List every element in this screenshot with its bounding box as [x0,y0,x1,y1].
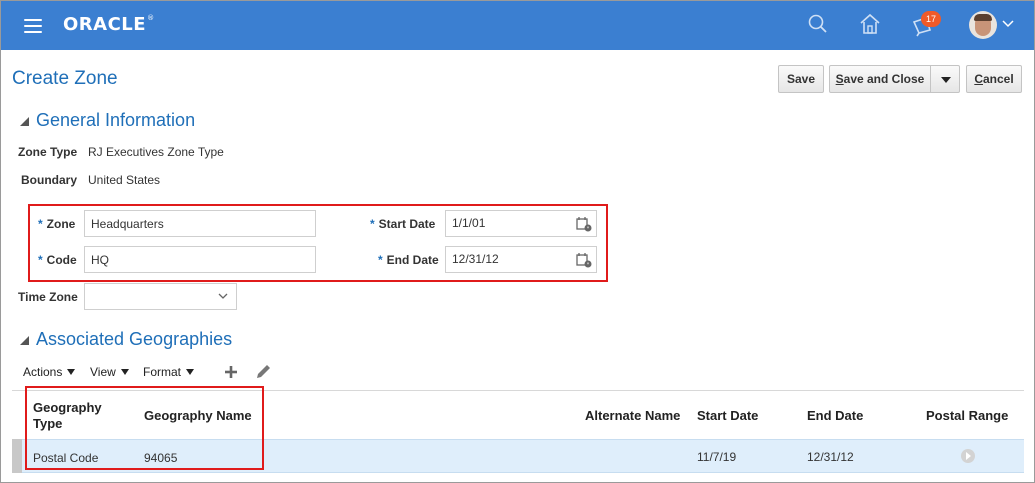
format-menu[interactable]: Format [143,365,195,379]
zone-type-label: Zone Type [18,145,78,159]
code-label-text: Code [46,253,77,267]
format-menu-label: Format [143,365,182,379]
end-date-value: 12/31/12 [452,252,499,266]
zone-label: * Zone [38,217,75,231]
end-date-label-text: End Date [386,253,439,267]
oracle-logo[interactable]: ORACLE® [63,14,155,35]
section-title: Associated Geographies [36,329,233,349]
save-button[interactable]: Save [778,65,824,93]
add-icon[interactable] [222,363,240,381]
column-header-start-date[interactable]: Start Date [697,408,758,423]
code-input[interactable] [84,246,316,273]
end-date-field[interactable]: 12/31/12 [445,246,597,273]
start-date-field[interactable]: 1/1/01 [445,210,597,237]
start-date-label-text: Start Date [378,217,436,231]
section-associated-geographies[interactable]: Associated Geographies [20,329,233,350]
save-and-close-button[interactable]: Save and Close [829,65,931,93]
section-title: General Information [36,110,196,130]
start-date-label: * Start Date [370,217,435,231]
logo-mark: ® [147,14,155,22]
cell-geography-name: 94065 [144,451,178,465]
caret-down-icon [186,369,195,375]
required-indicator: * [38,253,43,267]
time-zone-select[interactable] [84,283,237,310]
zone-label-text: Zone [46,217,76,231]
calendar-icon[interactable] [576,216,592,232]
cell-geography-type: Postal Code [33,451,99,465]
column-header-alternate-name[interactable]: Alternate Name [585,408,680,423]
required-indicator: * [38,217,43,231]
collapse-icon[interactable] [20,117,29,126]
boundary-value: United States [88,173,161,187]
save-options-dropdown[interactable] [930,65,960,93]
time-zone-label: Time Zone [18,290,78,304]
avatar[interactable] [969,11,997,39]
section-general-information[interactable]: General Information [20,110,196,131]
actions-menu-label: Actions [23,365,63,379]
caret-down-icon [67,369,76,375]
view-menu-label: View [90,365,116,379]
caret-down-icon [120,369,129,375]
search-icon[interactable] [806,12,830,36]
page-title: Create Zone [12,68,118,89]
edit-icon[interactable] [254,363,272,381]
menu-icon[interactable] [24,19,42,33]
notification-count-badge[interactable]: 17 [921,11,941,27]
row-selector[interactable] [12,439,22,473]
cell-end-date: 12/31/12 [807,450,854,464]
view-menu[interactable]: View [90,365,129,379]
logo-text: ORACLE [63,14,147,35]
zone-type-value: RJ Executives Zone Type [88,145,224,159]
chevron-down-icon [218,293,228,299]
cell-start-date: 11/7/19 [697,450,737,464]
actions-menu[interactable]: Actions [23,365,76,379]
end-date-label: * End Date [378,253,439,267]
column-header-geography-name[interactable]: Geography Name [144,408,252,423]
required-indicator: * [378,253,383,267]
column-header-end-date[interactable]: End Date [807,408,863,423]
zone-input[interactable] [84,210,316,237]
start-date-value: 1/1/01 [452,216,486,230]
column-header-geography-type[interactable]: Geography Type [33,400,123,432]
cancel-button[interactable]: Cancel [966,65,1022,93]
avatar-hair [974,14,992,21]
calendar-icon[interactable] [576,252,592,268]
chevron-down-icon[interactable] [1002,19,1014,29]
boundary-label: Boundary [21,173,78,187]
table-top-border [12,390,1024,391]
home-icon[interactable] [858,12,882,36]
postal-range-go-icon[interactable] [961,449,975,463]
required-indicator: * [370,217,375,231]
code-label: * Code [38,253,77,267]
column-header-postal-range[interactable]: Postal Range [926,408,1008,423]
collapse-icon[interactable] [20,336,29,345]
